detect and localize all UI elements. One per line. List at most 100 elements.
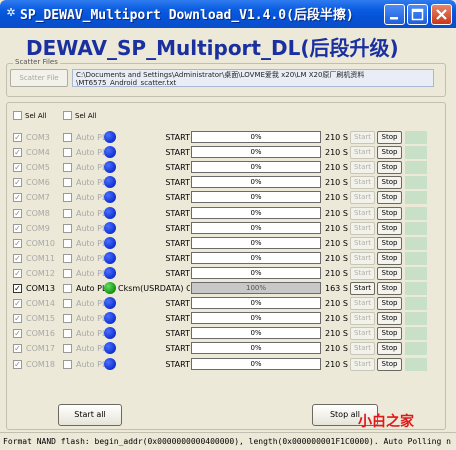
port-checkbox[interactable]: ✓ (13, 238, 22, 248)
port-stop-button[interactable]: Stop (377, 191, 402, 205)
port-stop-button[interactable]: Stop (377, 206, 402, 220)
port-stop-button[interactable]: Stop (377, 297, 402, 311)
start-all-button[interactable]: Start all (58, 404, 122, 426)
port-time: 210 S (325, 253, 348, 263)
minimize-button[interactable] (384, 4, 405, 25)
port-stop-button[interactable]: Stop (377, 266, 402, 280)
select-all-auto-checkbox[interactable] (63, 111, 72, 120)
port-start-button[interactable]: Start (350, 297, 375, 311)
port-start-button[interactable]: Start (350, 131, 375, 144)
port-stop-button[interactable]: Stop (377, 236, 402, 250)
auto-pl-checkbox[interactable] (63, 163, 72, 173)
port-stop-button[interactable]: Stop (377, 131, 402, 144)
port-indicator (405, 236, 427, 250)
port-start-button[interactable]: Start (350, 236, 375, 250)
auto-pl-checkbox[interactable] (63, 284, 72, 293)
port-progress-bar: 0% (191, 327, 321, 340)
port-time: 210 S (325, 238, 348, 248)
port-status-led-icon (104, 176, 116, 189)
port-checkbox[interactable]: ✓ (13, 223, 22, 233)
port-checkbox[interactable]: ✓ (13, 133, 22, 142)
port-start-button[interactable]: Start (350, 251, 375, 265)
port-checkbox[interactable]: ✓ (13, 163, 22, 173)
port-checkbox[interactable]: ✓ (13, 329, 22, 339)
port-stop-button[interactable]: Stop (377, 176, 402, 190)
port-stop-button[interactable]: Stop (377, 342, 402, 356)
port-stop-button[interactable]: Stop (377, 251, 402, 265)
scatter-path-field[interactable]: C:\Documents and Settings\Administrator\… (72, 69, 434, 87)
port-status-led-icon (104, 342, 116, 355)
port-start-button[interactable]: Start (350, 221, 375, 235)
auto-pl-checkbox[interactable] (63, 133, 72, 142)
scatter-file-button[interactable]: Scatter File (10, 69, 68, 87)
port-progress-bar: 100% (191, 282, 321, 294)
port-checkbox[interactable]: ✓ (13, 193, 22, 203)
auto-pl-checkbox[interactable] (63, 148, 72, 158)
auto-pl-checkbox[interactable] (63, 329, 72, 339)
maximize-button[interactable] (407, 4, 428, 25)
auto-pl-label: Auto PL (76, 208, 107, 218)
port-checkbox[interactable]: ✓ (13, 314, 22, 324)
port-status-led-icon (104, 251, 116, 264)
auto-pl-checkbox[interactable] (63, 238, 72, 248)
auto-pl-checkbox[interactable] (63, 208, 72, 218)
auto-pl-checkbox[interactable] (63, 359, 72, 369)
port-stop-button[interactable]: Stop (377, 312, 402, 326)
select-all-auto[interactable]: Sel All (63, 111, 97, 120)
port-start-button[interactable]: Start (350, 191, 375, 205)
close-button[interactable] (431, 4, 452, 25)
auto-pl-checkbox[interactable] (63, 223, 72, 233)
port-indicator (405, 131, 427, 144)
select-all-left[interactable]: Sel All (13, 111, 47, 120)
port-checkbox[interactable]: ✓ (13, 359, 22, 369)
auto-pl-label: Auto PL (76, 314, 107, 324)
port-start-button[interactable]: Start (350, 146, 375, 160)
port-row: ✓ COM5 Auto PL START 0% 210 S Start Stop (13, 161, 433, 175)
app-icon: ✲ (6, 6, 16, 19)
port-start-button[interactable]: Start (350, 312, 375, 326)
port-checkbox[interactable]: ✓ (13, 344, 22, 354)
port-status-text: START (165, 359, 190, 369)
auto-pl-checkbox[interactable] (63, 193, 72, 203)
auto-pl-checkbox[interactable] (63, 268, 72, 278)
auto-pl-checkbox[interactable] (63, 344, 72, 354)
port-checkbox[interactable]: ✓ (13, 148, 22, 158)
port-time: 210 S (325, 359, 348, 369)
port-status-led-icon (104, 357, 116, 370)
auto-pl-checkbox[interactable] (63, 178, 72, 188)
port-row: ✓ COM7 Auto PL START 0% 210 S Start Stop (13, 191, 433, 205)
auto-pl-label: Auto PL (76, 284, 107, 293)
auto-pl-checkbox[interactable] (63, 314, 72, 324)
port-start-button[interactable]: Start (350, 282, 375, 295)
port-checkbox[interactable]: ✓ (13, 268, 22, 278)
port-checkbox[interactable]: ✓ (13, 299, 22, 309)
port-stop-button[interactable]: Stop (377, 327, 402, 341)
auto-pl-checkbox[interactable] (63, 253, 72, 263)
auto-pl-checkbox[interactable] (63, 299, 72, 309)
port-start-button[interactable]: Start (350, 327, 375, 341)
select-all-auto-label: Sel All (75, 111, 97, 120)
port-row: ✓ COM11 Auto PL START 0% 210 S Start Stop (13, 251, 433, 265)
port-start-button[interactable]: Start (350, 161, 375, 175)
port-status-led-icon (104, 146, 116, 159)
port-start-button[interactable]: Start (350, 357, 375, 371)
port-checkbox[interactable]: ✓ (13, 284, 22, 293)
port-start-button[interactable]: Start (350, 206, 375, 220)
port-start-button[interactable]: Start (350, 342, 375, 356)
port-checkbox[interactable]: ✓ (13, 208, 22, 218)
port-indicator (405, 161, 427, 175)
port-checkbox[interactable]: ✓ (13, 178, 22, 188)
port-start-button[interactable]: Start (350, 176, 375, 190)
port-stop-button[interactable]: Stop (377, 146, 402, 160)
select-all-checkbox[interactable] (13, 111, 22, 120)
port-stop-button[interactable]: Stop (377, 161, 402, 175)
port-checkbox[interactable]: ✓ (13, 253, 22, 263)
port-stop-button[interactable]: Stop (377, 357, 402, 371)
port-stop-button[interactable]: Stop (377, 282, 402, 295)
port-indicator (405, 146, 427, 160)
auto-pl-label: Auto PL (76, 133, 107, 142)
port-status-text: START (165, 314, 190, 324)
auto-pl-label: Auto PL (76, 253, 107, 263)
port-stop-button[interactable]: Stop (377, 221, 402, 235)
port-start-button[interactable]: Start (350, 266, 375, 280)
